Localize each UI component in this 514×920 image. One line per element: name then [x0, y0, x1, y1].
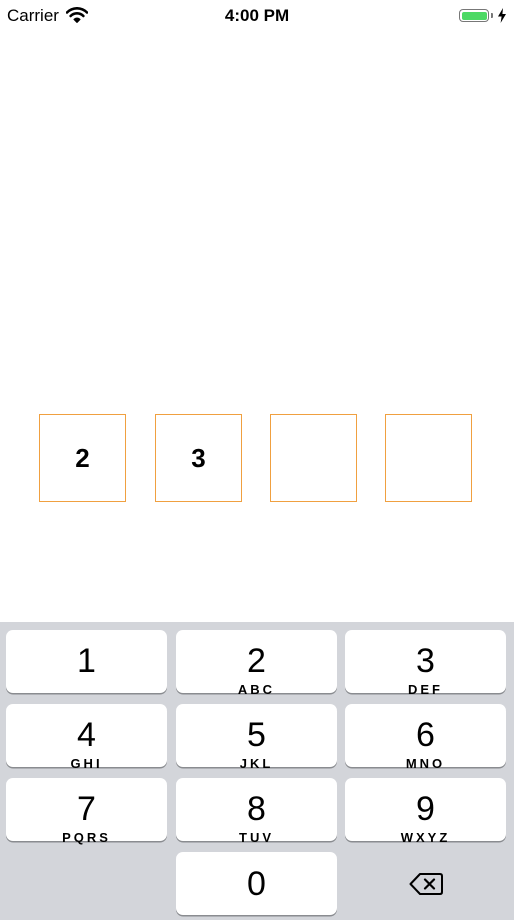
- key-7[interactable]: 7 PQRS: [6, 778, 167, 845]
- key-digit: 0: [247, 865, 266, 903]
- status-bar: Carrier 4:00 PM: [0, 0, 514, 32]
- key-0[interactable]: 0: [176, 852, 337, 915]
- pin-box-1[interactable]: 2: [39, 414, 126, 502]
- status-time: 4:00 PM: [224, 6, 290, 25]
- key-1[interactable]: 1: [6, 630, 167, 693]
- key-digit: 7: [77, 790, 96, 828]
- key-letters: MNO: [405, 756, 446, 771]
- key-6[interactable]: 6 MNO: [345, 704, 506, 771]
- key-digit: 2: [247, 642, 266, 680]
- key-letters: WXYZ: [400, 830, 451, 845]
- pin-box-4[interactable]: [385, 414, 472, 502]
- key-digit: 8: [247, 790, 266, 828]
- key-letters: JKL: [239, 756, 274, 771]
- key-digit: 4: [77, 716, 96, 754]
- pin-box-2[interactable]: 3: [155, 414, 242, 502]
- key-digit: 6: [416, 716, 435, 754]
- key-digit: 9: [416, 790, 435, 828]
- key-letters: TUV: [239, 830, 274, 845]
- key-digit: 1: [77, 642, 96, 680]
- key-letters: ABC: [237, 682, 276, 697]
- battery-fill: [461, 11, 487, 20]
- pin-box-3[interactable]: [270, 414, 357, 502]
- bolt-icon: [498, 8, 506, 23]
- key-digit: 5: [247, 716, 266, 754]
- battery-icon: [459, 9, 489, 22]
- key-8[interactable]: 8 TUV: [176, 778, 337, 845]
- key-letters: GHI: [70, 756, 103, 771]
- battery-tip: [491, 13, 493, 18]
- key-letters: DEF: [408, 682, 443, 697]
- delete-button[interactable]: [345, 852, 506, 915]
- key-9[interactable]: 9 WXYZ: [345, 778, 506, 845]
- backspace-icon: [409, 872, 443, 895]
- key-digit: 3: [416, 642, 435, 680]
- key-2[interactable]: 2 ABC: [176, 630, 337, 697]
- key-4[interactable]: 4 GHI: [6, 704, 167, 771]
- key-5[interactable]: 5 JKL: [176, 704, 337, 771]
- pin-input-row: 2 3: [0, 414, 514, 502]
- key-3[interactable]: 3 DEF: [345, 630, 506, 697]
- key-letters: PQRS: [62, 830, 111, 845]
